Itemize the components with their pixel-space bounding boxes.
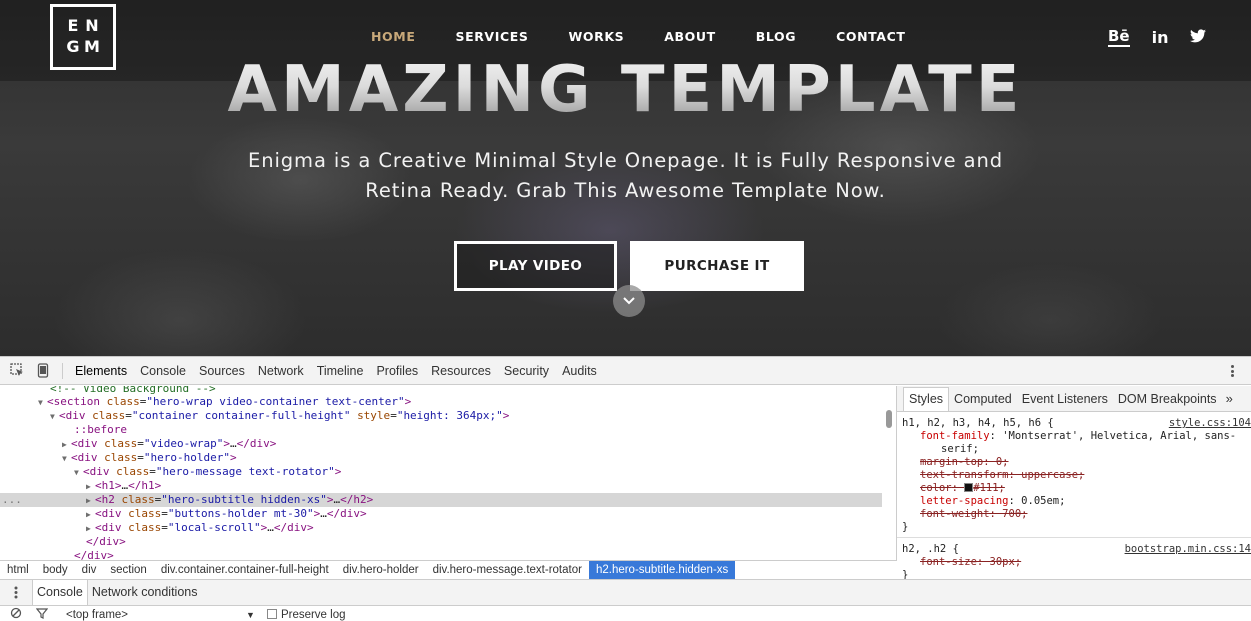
nav-about[interactable]: ABOUT — [664, 29, 716, 45]
rule-selector[interactable]: h2, .h2 { — [902, 543, 959, 556]
tab-styles[interactable]: Styles — [903, 386, 950, 411]
behance-icon[interactable]: Bē — [1108, 28, 1130, 47]
dom-node[interactable]: ▶ <div class="local-scroll">…</div> — [0, 521, 882, 535]
nav-works[interactable]: WORKS — [568, 29, 624, 45]
tab-dom-breakpoints[interactable]: DOM Breakpoints — [1113, 386, 1222, 412]
rule-source-link[interactable]: style.css:104 — [1169, 417, 1251, 430]
tab-resources[interactable]: Resources — [425, 357, 497, 385]
preserve-log-checkbox[interactable]: Preserve log — [266, 608, 346, 621]
filter-icon[interactable] — [35, 607, 49, 621]
device-mode-icon[interactable] — [30, 357, 56, 385]
drawer-menu-icon[interactable] — [0, 579, 32, 607]
color-swatch-icon[interactable] — [964, 483, 974, 492]
dom-node-selected[interactable]: ... ▶ <h2 class="hero-subtitle hidden-xs">… — [0, 493, 882, 507]
style-property-overridden[interactable]: margin-top: 0; — [920, 456, 1009, 469]
divider — [897, 537, 1251, 538]
crumb[interactable]: div.hero-holder — [336, 561, 426, 580]
dom-tree-scrollbar[interactable] — [886, 410, 892, 428]
crumb[interactable]: div.container.container-full-height — [154, 561, 336, 580]
dom-node[interactable]: ▶ <h1>…</h1> — [0, 479, 882, 493]
nav-services[interactable]: SERVICES — [455, 29, 528, 45]
dom-tree: <!-- Video Background --> ▼ <section clas… — [0, 386, 882, 560]
dom-node[interactable]: </div> — [0, 535, 882, 549]
rule-source-link[interactable]: bootstrap.min.css:14 — [1125, 543, 1251, 556]
style-property[interactable]: font-family: 'Montserrat', Helvetica, Ar… — [920, 430, 1236, 443]
rule-close: } — [902, 521, 909, 533]
purchase-button[interactable]: PURCHASE IT — [630, 241, 804, 291]
drawer-tab-network-conditions[interactable]: Network conditions — [88, 580, 202, 605]
logo-letter: E — [67, 16, 80, 35]
crumb-selected[interactable]: h2.hero-subtitle.hidden-xs — [588, 560, 736, 580]
tab-network[interactable]: Network — [252, 357, 310, 385]
tab-profiles[interactable]: Profiles — [370, 357, 424, 385]
styles-tabbar: Styles Computed Event Listeners DOM Brea… — [897, 386, 1251, 412]
dom-node[interactable]: ▼ <section class="hero-wrap video-contain… — [0, 395, 882, 409]
hero-subtitle-line: Enigma is a Creative Minimal Style Onepa… — [247, 149, 1003, 172]
linkedin-icon[interactable]: in — [1152, 28, 1169, 47]
nav-blog[interactable]: BLOG — [756, 29, 796, 45]
hero-subtitle-line: Retina Ready. Grab This Awesome Template… — [365, 179, 886, 202]
dom-node[interactable]: ::before — [0, 423, 882, 437]
dom-node[interactable]: ▼ <div class="container container-full-he… — [0, 409, 882, 423]
style-property-overridden[interactable]: font-weight: 700; — [920, 508, 1027, 521]
nav-home[interactable]: HOME — [371, 29, 415, 45]
tab-event-listeners[interactable]: Event Listeners — [1017, 386, 1113, 412]
dom-node[interactable]: ▶ <div class="buttons-holder mt-30">…</di… — [0, 507, 882, 521]
drawer-tab-console[interactable]: Console — [32, 580, 88, 605]
tab-security[interactable]: Security — [498, 357, 555, 385]
style-property-continued: serif; — [941, 443, 979, 455]
hero-subtitle: Enigma is a Creative Minimal Style Onepa… — [200, 146, 1051, 206]
tab-elements[interactable]: Elements — [69, 357, 133, 385]
dom-node[interactable]: ▶ <div class="video-wrap">…</div> — [0, 437, 882, 451]
frame-select[interactable]: <top frame> — [66, 609, 128, 621]
devtools-panel: Elements Console Sources Network Timelin… — [0, 356, 1251, 621]
tab-timeline[interactable]: Timeline — [311, 357, 370, 385]
styles-rules: h1, h2, h3, h4, h5, h6 { style.css:104 f… — [897, 413, 1251, 579]
divider — [62, 362, 63, 379]
chevron-down-icon — [623, 297, 635, 305]
dom-node[interactable]: </div> — [0, 549, 882, 560]
rule-selector[interactable]: h1, h2, h3, h4, h5, h6 { — [902, 417, 1054, 430]
style-property-overridden[interactable]: text-transform: uppercase; — [920, 469, 1084, 482]
logo-letter: N — [85, 16, 100, 35]
console-toolbar: <top frame> ▼ Preserve log — [0, 607, 1251, 621]
dom-node[interactable]: ▼ <div class="hero-message text-rotator"> — [0, 465, 882, 479]
crumb[interactable]: div.hero-message.text-rotator — [426, 561, 589, 580]
style-property-overridden[interactable]: font-size: 30px; — [920, 556, 1021, 569]
crumb[interactable]: html — [0, 561, 36, 580]
style-property[interactable]: letter-spacing: 0.05em; — [920, 495, 1065, 508]
dom-breadcrumb: html body div section div.container.cont… — [0, 560, 897, 580]
social-links: Bē in — [1108, 28, 1207, 47]
main-nav: HOME SERVICES WORKS ABOUT BLOG CONTACT — [371, 29, 945, 45]
clear-console-icon[interactable] — [10, 607, 22, 621]
hero-section: E N G M HOME SERVICES WORKS ABOUT BLOG C… — [0, 0, 1251, 356]
rule-close: } — [902, 569, 909, 579]
tab-computed[interactable]: Computed — [949, 386, 1017, 412]
hero-title: AMAZING TEMPLATE — [0, 52, 1251, 128]
crumb[interactable]: div — [75, 561, 104, 580]
twitter-icon[interactable] — [1190, 28, 1207, 47]
tab-audits[interactable]: Audits — [556, 357, 603, 385]
inspect-element-icon[interactable] — [4, 357, 30, 385]
crumb[interactable]: body — [36, 561, 75, 580]
crumb[interactable]: section — [103, 561, 153, 580]
style-property-overridden[interactable]: color: #111; — [920, 482, 1005, 495]
tab-console[interactable]: Console — [134, 357, 192, 385]
more-options-icon[interactable] — [1225, 363, 1239, 379]
drawer-tabbar: Console Network conditions — [0, 579, 1251, 606]
play-video-button[interactable]: PLAY VIDEO — [454, 241, 617, 291]
scroll-down-button[interactable] — [613, 285, 645, 317]
dropdown-arrow-icon[interactable]: ▼ — [246, 610, 255, 620]
nav-contact[interactable]: CONTACT — [836, 29, 905, 45]
more-tabs-icon[interactable]: » — [1222, 391, 1233, 406]
devtools-tabbar: Elements Console Sources Network Timelin… — [0, 357, 1251, 385]
dom-node[interactable]: ▼ <div class="hero-holder"> — [0, 451, 882, 465]
tab-sources[interactable]: Sources — [193, 357, 251, 385]
